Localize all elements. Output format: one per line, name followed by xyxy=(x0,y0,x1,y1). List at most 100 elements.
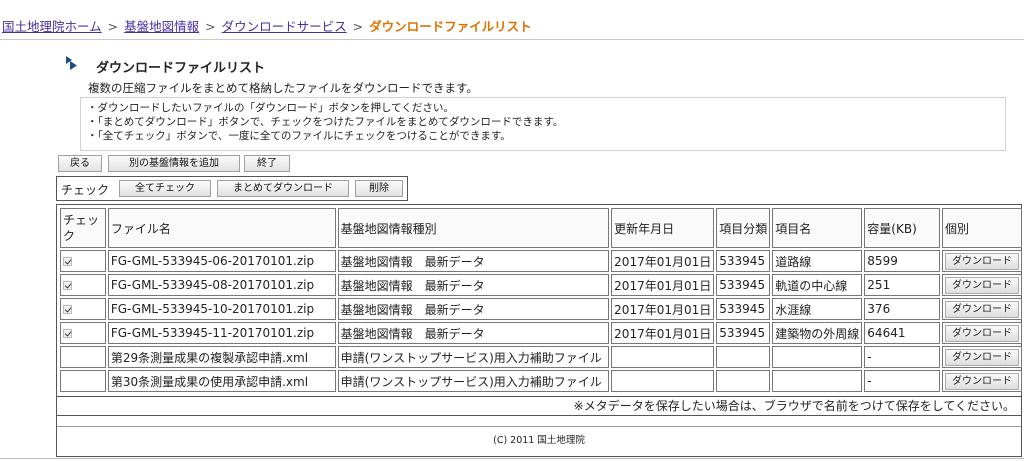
row-item xyxy=(772,370,863,392)
copyright: (C) 2011 国土地理院 xyxy=(493,435,585,446)
row-filename: FG-GML-533945-10-20170101.zip xyxy=(107,298,336,320)
check-toolbar: チェック 全てチェック まとめてダウンロード 削除 xyxy=(56,176,408,201)
row-code: 533945 xyxy=(716,274,771,296)
row-download-cell: ダウンロード xyxy=(941,370,1022,392)
footer-divider xyxy=(57,426,1021,427)
bottom-divider xyxy=(0,458,1024,459)
finish-button[interactable]: 終了 xyxy=(244,155,290,172)
row-code xyxy=(716,346,771,368)
row-type: 基盤地図情報 最新データ xyxy=(337,250,610,272)
column-header-size: 容量(KB) xyxy=(864,208,940,248)
table-row: FG-GML-533945-08-20170101.zip 基盤地図情報 最新デー… xyxy=(60,274,1022,296)
column-header-filename: ファイル名 xyxy=(107,208,336,248)
instruction-line: ・「まとめてダウンロード」ボタンで、チェックをつけたファイルをまとめてダウンロー… xyxy=(87,116,564,128)
download-button[interactable]: ダウンロード xyxy=(944,348,1019,366)
row-item: 建築物の外周線 xyxy=(772,322,863,344)
file-table: チェック ファイル名 基盤地図情報種別 更新年月日 項目分類 項目名 容量(KB… xyxy=(58,206,1024,394)
row-size: - xyxy=(864,370,940,392)
column-header-date: 更新年月日 xyxy=(611,208,715,248)
table-row: FG-GML-533945-06-20170101.zip 基盤地図情報 最新デー… xyxy=(60,250,1022,272)
back-button[interactable]: 戻る xyxy=(58,155,102,172)
breadcrumb-separator: > xyxy=(107,19,119,34)
row-checkbox[interactable] xyxy=(63,329,72,338)
row-filename: FG-GML-533945-08-20170101.zip xyxy=(107,274,336,296)
row-date: 2017年01月01日 xyxy=(611,274,715,296)
row-type: 基盤地図情報 最新データ xyxy=(337,298,610,320)
row-filename: 第30条測量成果の使用承認申請.xml xyxy=(107,370,336,392)
column-header-code: 項目分類 xyxy=(716,208,771,248)
download-button[interactable]: ダウンロード xyxy=(944,372,1019,390)
download-button[interactable]: ダウンロード xyxy=(944,324,1019,342)
row-size: 64641 xyxy=(864,322,940,344)
double-chevron-icon xyxy=(66,56,77,70)
row-checkbox[interactable] xyxy=(63,281,72,290)
breadcrumb-separator: > xyxy=(352,19,364,34)
row-item: 道路線 xyxy=(772,250,863,272)
row-size: 251 xyxy=(864,274,940,296)
row-checkbox-cell xyxy=(60,274,106,296)
row-type: 申請(ワンストップサービス)用入力補助ファイル xyxy=(337,370,610,392)
row-download-cell: ダウンロード xyxy=(941,346,1022,368)
table-row: FG-GML-533945-10-20170101.zip 基盤地図情報 最新デー… xyxy=(60,298,1022,320)
row-download-cell: ダウンロード xyxy=(941,274,1022,296)
row-download-cell: ダウンロード xyxy=(941,298,1022,320)
row-filename: 第29条測量成果の複製承認申請.xml xyxy=(107,346,336,368)
column-header-individual: 個別 xyxy=(941,208,1022,248)
row-type: 基盤地図情報 最新データ xyxy=(337,322,610,344)
row-date: 2017年01月01日 xyxy=(611,322,715,344)
row-checkbox-cell xyxy=(60,298,106,320)
check-toolbar-label: チェック xyxy=(61,183,110,197)
bulk-download-button[interactable]: まとめてダウンロード xyxy=(217,180,349,197)
row-date: 2017年01月01日 xyxy=(611,250,715,272)
breadcrumb-download-service-link[interactable]: ダウンロードサービス xyxy=(222,19,347,34)
download-button[interactable]: ダウンロード xyxy=(944,300,1019,318)
row-date: 2017年01月01日 xyxy=(611,298,715,320)
instruction-line: ・ダウンロードしたいファイルの「ダウンロード」ボタンを押してください。 xyxy=(87,102,454,114)
column-header-check: チェック xyxy=(60,208,106,248)
table-row: FG-GML-533945-11-20170101.zip 基盤地図情報 最新デー… xyxy=(60,322,1022,344)
breadcrumb-separator: > xyxy=(205,19,216,34)
row-checkbox[interactable] xyxy=(63,305,72,314)
breadcrumb: 国土地理院ホーム > 基盤地図情報 > ダウンロードサービス > ダウンロードファイルリスト xyxy=(2,16,532,35)
row-type: 申請(ワンストップサービス)用入力補助ファイル xyxy=(337,346,610,368)
breadcrumb-current: ダウンロードファイルリスト xyxy=(369,19,532,34)
instruction-line: ・「全てチェック」ボタンで、一度に全てのファイルにチェックをつけることができます… xyxy=(87,130,511,142)
row-code: 533945 xyxy=(716,298,771,320)
row-size: 8599 xyxy=(864,250,940,272)
row-checkbox-cell xyxy=(60,346,106,368)
page-title: ダウンロードファイルリスト xyxy=(96,61,266,76)
row-code: 533945 xyxy=(716,322,771,344)
row-item xyxy=(772,346,863,368)
download-button[interactable]: ダウンロード xyxy=(944,252,1019,270)
breadcrumb-home-link[interactable]: 国土地理院ホーム xyxy=(2,19,102,34)
column-header-type: 基盤地図情報種別 xyxy=(337,208,610,248)
row-item: 水涯線 xyxy=(772,298,863,320)
row-filename: FG-GML-533945-06-20170101.zip xyxy=(107,250,336,272)
row-date xyxy=(611,346,715,368)
row-date xyxy=(611,370,715,392)
row-checkbox[interactable] xyxy=(63,257,72,266)
instructions-box: ・ダウンロードしたいファイルの「ダウンロード」ボタンを押してください。 ・「まと… xyxy=(80,97,1006,151)
page-subtitle: 複数の圧縮ファイルをまとめて格納したファイルをダウンロードできます。 xyxy=(88,81,478,95)
table-row: 第29条測量成果の複製承認申請.xml 申請(ワンストップサービス)用入力補助ファ… xyxy=(60,346,1022,368)
row-checkbox-cell xyxy=(60,250,106,272)
row-checkbox-cell xyxy=(60,322,106,344)
download-button[interactable]: ダウンロード xyxy=(944,276,1019,294)
row-download-cell: ダウンロード xyxy=(941,250,1022,272)
header-divider xyxy=(0,39,1024,40)
row-filename: FG-GML-533945-11-20170101.zip xyxy=(107,322,336,344)
row-type: 基盤地図情報 最新データ xyxy=(337,274,610,296)
column-header-item: 項目名 xyxy=(772,208,863,248)
metadata-note: ※メタデータを保存したい場合は、ブラウザで名前をつけて保存をしてください。 xyxy=(57,396,1021,416)
row-size: 376 xyxy=(864,298,940,320)
delete-button[interactable]: 削除 xyxy=(355,180,403,197)
check-all-button[interactable]: 全てチェック xyxy=(119,180,211,197)
breadcrumb-kiban-link[interactable]: 基盤地図情報 xyxy=(124,19,199,34)
add-kiban-button[interactable]: 別の基盤情報を追加 xyxy=(108,155,240,172)
row-item: 軌道の中心線 xyxy=(772,274,863,296)
row-download-cell: ダウンロード xyxy=(941,322,1022,344)
row-checkbox-cell xyxy=(60,370,106,392)
row-code: 533945 xyxy=(716,250,771,272)
table-row: 第30条測量成果の使用承認申請.xml 申請(ワンストップサービス)用入力補助ファ… xyxy=(60,370,1022,392)
row-code xyxy=(716,370,771,392)
